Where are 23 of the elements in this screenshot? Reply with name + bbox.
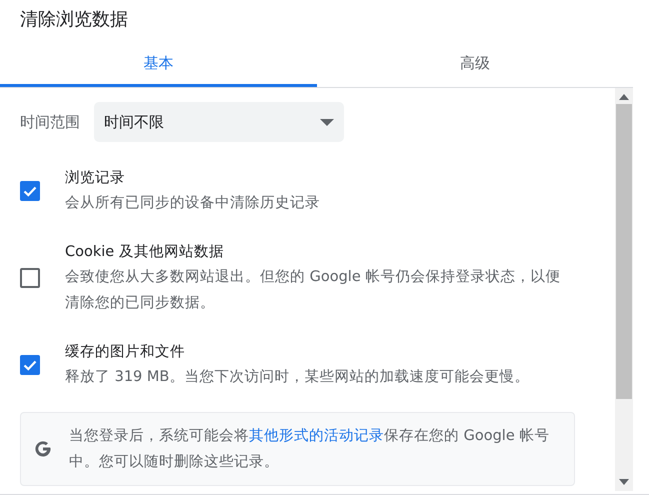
- dialog-title: 清除浏览数据: [19, 8, 129, 32]
- caret-icon: [320, 118, 334, 126]
- checkbox[interactable]: [20, 181, 40, 201]
- option-description: 释放了 319 MB。当您下次访问时，某些网站的加载速度可能会更慢。: [65, 368, 530, 387]
- checkbox[interactable]: [20, 268, 40, 288]
- logo-icon: [33, 439, 53, 459]
- option-description: 会致使您从大多数网站退出。但您的 Google 帐号仍会保持登录状态，以便清除您的已同步数据。: [65, 268, 562, 313]
- option-description: 会从所有已同步的设备中清除历史记录: [65, 194, 320, 213]
- option-title: Cookie 及其他网站数据: [65, 243, 225, 262]
- checkmark-icon: [23, 360, 37, 370]
- activity-link[interactable]: 其他形式的活动记录: [249, 428, 384, 444]
- scroll-down-icon[interactable]: [619, 479, 629, 485]
- time-range-label: 时间范围: [20, 112, 80, 132]
- scrollbar[interactable]: [615, 88, 633, 491]
- checkbox[interactable]: [20, 355, 40, 375]
- tab[interactable]: 高级: [316, 38, 633, 87]
- checkmark-icon: [23, 186, 37, 196]
- option-title: 浏览记录: [65, 169, 126, 188]
- option-title: 缓存的图片和文件: [65, 343, 186, 362]
- notice-text: 当您登录后，系统可能会将其他形式的活动记录保存在您的 Google 帐号中。您可以随时删除这些记录。: [69, 427, 550, 472]
- scroll-up-icon[interactable]: [619, 94, 629, 100]
- time-range-dropdown[interactable]: 时间不限: [94, 102, 344, 142]
- tab[interactable]: 基本: [0, 38, 316, 87]
